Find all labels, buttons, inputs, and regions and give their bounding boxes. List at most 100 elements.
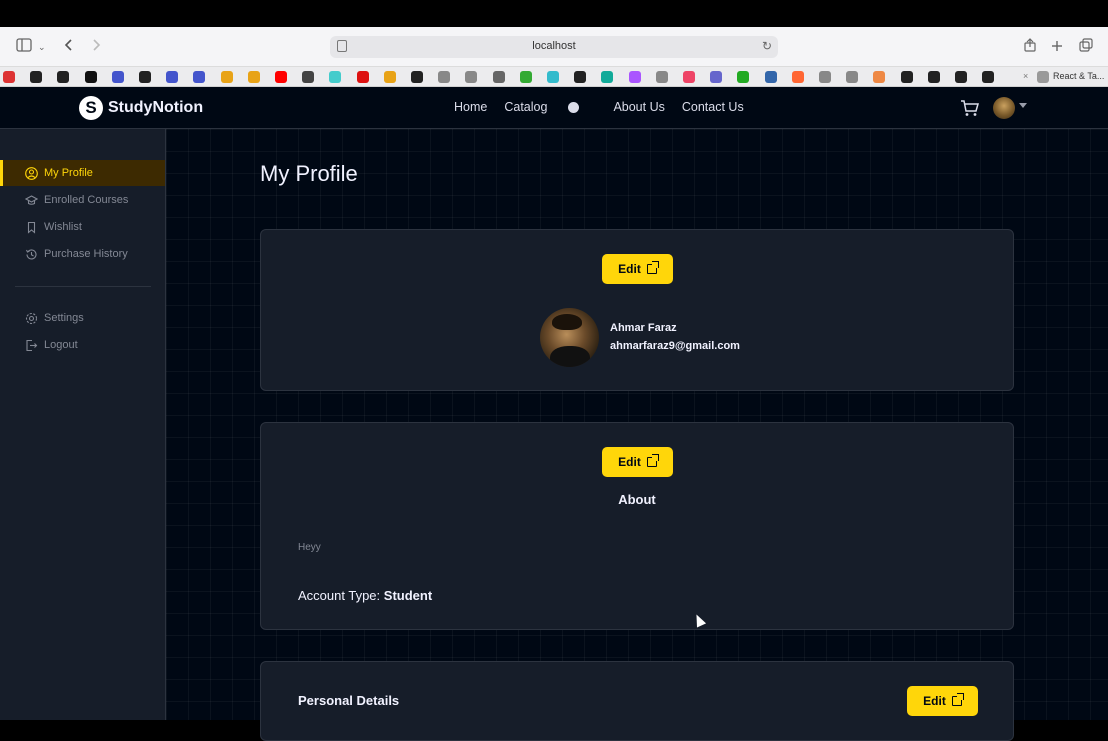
url-text: localhost <box>532 40 576 52</box>
youtube-icon[interactable] <box>275 71 287 83</box>
about-heading: About <box>618 492 656 507</box>
tab-favicon <box>1037 71 1049 83</box>
nav-links: Home Catalog ▾ About Us Contact Us <box>454 100 761 114</box>
nav-link-about[interactable]: About Us <box>613 100 664 114</box>
bars-icon[interactable] <box>492 71 505 83</box>
edit-button-label: Edit <box>923 694 946 708</box>
sidebar-item-label: Settings <box>44 312 84 324</box>
react-icon[interactable] <box>683 71 695 83</box>
mongodb-icon[interactable] <box>519 71 532 83</box>
nav-link-catalog[interactable]: Catalog ▾ <box>504 100 596 114</box>
reload-icon[interactable]: ↻ <box>762 39 772 53</box>
sidebar-item-purchase-history[interactable]: Purchase History <box>0 241 165 267</box>
about-text: Heyy <box>298 542 321 553</box>
github-icon[interactable] <box>411 71 423 83</box>
circle-icon[interactable] <box>737 71 750 83</box>
u-icon[interactable] <box>655 71 668 83</box>
sidebar-item-wishlist[interactable]: Wishlist <box>0 214 165 240</box>
leetcode-icon[interactable] <box>247 71 260 83</box>
sidebar-item-label: Purchase History <box>44 248 128 260</box>
leetcode-icon[interactable] <box>220 71 233 83</box>
s-icon[interactable] <box>927 71 940 83</box>
tuf-icon[interactable] <box>356 71 369 83</box>
cart-icon[interactable] <box>960 99 980 117</box>
forward-icon[interactable] <box>91 37 101 57</box>
personal-details-heading: Personal Details <box>298 693 400 708</box>
profile-email: ahmarfaraz9@gmail.com <box>610 340 740 352</box>
sidebar-item-label: Wishlist <box>44 221 82 233</box>
github-icon[interactable] <box>57 71 70 83</box>
code-icon[interactable] <box>111 71 124 83</box>
edit-icon <box>646 261 659 274</box>
sidebar-item-settings[interactable]: Settings <box>0 305 165 331</box>
nav-link-home[interactable]: Home <box>454 100 487 114</box>
sidebar-divider <box>15 286 151 287</box>
openai-icon[interactable] <box>302 71 315 83</box>
caret-down-icon[interactable] <box>1019 103 1027 108</box>
github-icon[interactable] <box>955 71 967 83</box>
history-icon <box>24 247 38 261</box>
logo-icon: S <box>79 96 103 120</box>
new-tab-icon[interactable] <box>1051 37 1063 57</box>
brand-name: StudyNotion <box>108 99 204 116</box>
logout-icon <box>24 338 38 352</box>
m-icon[interactable] <box>819 71 831 83</box>
gear-icon <box>24 311 38 325</box>
edit-personal-details-button[interactable]: Edit <box>907 686 978 716</box>
tailwind-icon[interactable] <box>547 71 559 83</box>
user-circle-icon <box>24 166 38 180</box>
sidebar-item-my-profile[interactable]: My Profile <box>0 160 165 186</box>
screen-top-bar <box>0 0 1108 27</box>
sidebar-item-label: Logout <box>44 339 78 351</box>
address-bar[interactable]: localhost ↻ <box>330 36 778 58</box>
user-avatar[interactable] <box>993 97 1015 119</box>
diamond-icon[interactable] <box>601 71 614 83</box>
code-icon[interactable] <box>166 71 179 83</box>
main-content: My Profile Edit Ahmar Faraz ahmarfaraz9@… <box>166 129 1108 741</box>
sidebar-item-label: My Profile <box>44 167 93 179</box>
chrome-icon[interactable] <box>574 71 587 83</box>
profile-name: Ahmar Faraz <box>610 322 677 334</box>
profile-avatar <box>540 308 599 367</box>
github-icon[interactable] <box>30 71 43 83</box>
page-title: My Profile <box>260 161 358 186</box>
edit-profile-button[interactable]: Edit <box>602 254 673 284</box>
vscode-icon[interactable] <box>764 71 777 83</box>
chevron-down-icon[interactable]: ⌄ <box>38 37 46 57</box>
figma-icon[interactable] <box>791 71 804 83</box>
tab-close-icon[interactable]: × <box>1023 71 1028 81</box>
github-icon[interactable] <box>139 71 151 83</box>
sidebar-item-enrolled-courses[interactable]: Enrolled Courses <box>0 187 165 213</box>
share-icon[interactable] <box>1024 37 1036 57</box>
s-icon[interactable] <box>900 71 913 83</box>
tab-title[interactable]: React & Ta... <box>1053 71 1104 81</box>
brand-logo[interactable]: S StudyNotion <box>79 96 203 120</box>
a-icon[interactable] <box>465 71 478 83</box>
favorites-bar: × React & Ta... <box>0 67 1108 87</box>
gmail-icon[interactable] <box>3 71 15 83</box>
edit-about-button[interactable]: Edit <box>602 447 673 477</box>
graduation-cap-icon <box>24 193 38 207</box>
account-type-label: Account Type: <box>298 588 381 603</box>
leetcode-icon[interactable] <box>383 71 396 83</box>
back-icon[interactable] <box>64 37 74 57</box>
edit-icon <box>951 693 964 706</box>
sidebar-toggle-icon[interactable] <box>16 37 32 57</box>
account-type-value: Student <box>383 588 433 603</box>
link-icon[interactable] <box>329 71 342 83</box>
l-icon[interactable] <box>438 71 451 83</box>
code-icon[interactable] <box>193 71 206 83</box>
github-icon[interactable] <box>982 71 995 83</box>
profile-card: Edit Ahmar Faraz ahmarfaraz9@gmail.com <box>260 229 1014 391</box>
atom-icon[interactable] <box>710 71 723 83</box>
triangle-icon[interactable] <box>873 71 886 83</box>
m-icon[interactable] <box>84 71 97 83</box>
tabs-overview-icon[interactable] <box>1079 37 1093 57</box>
personal-details-card: Personal Details Edit <box>260 661 1014 741</box>
nav-link-contact[interactable]: Contact Us <box>682 100 744 114</box>
r-icon[interactable] <box>846 71 859 83</box>
account-type: Account Type: Student <box>298 588 432 603</box>
gradient-icon[interactable] <box>628 71 641 83</box>
sidebar-item-logout[interactable]: Logout <box>0 332 165 358</box>
sidebar-item-label: Enrolled Courses <box>44 194 129 206</box>
